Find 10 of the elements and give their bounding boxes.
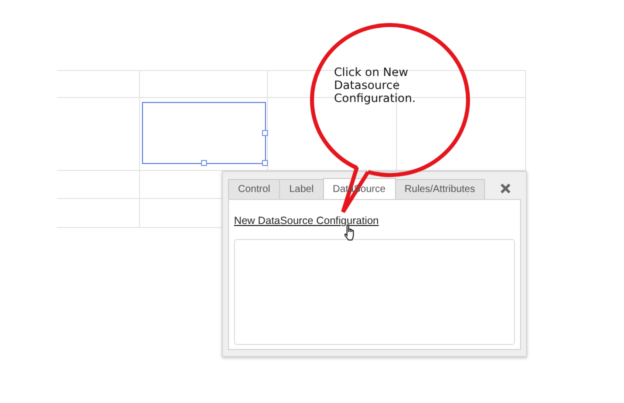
tab[interactable]: Control xyxy=(228,179,280,199)
new-datasource-link[interactable]: New DataSource Configuration xyxy=(234,215,379,227)
callout-text: Click on New Datasource Configuration. xyxy=(334,66,417,105)
resize-handle[interactable] xyxy=(201,160,207,166)
close-icon[interactable] xyxy=(500,183,511,194)
resize-handle[interactable] xyxy=(262,160,268,166)
tab[interactable]: Label xyxy=(279,179,324,199)
selected-control[interactable] xyxy=(142,102,266,164)
resize-handle[interactable] xyxy=(262,130,268,136)
tab[interactable]: Rules/Attributes xyxy=(394,179,486,199)
